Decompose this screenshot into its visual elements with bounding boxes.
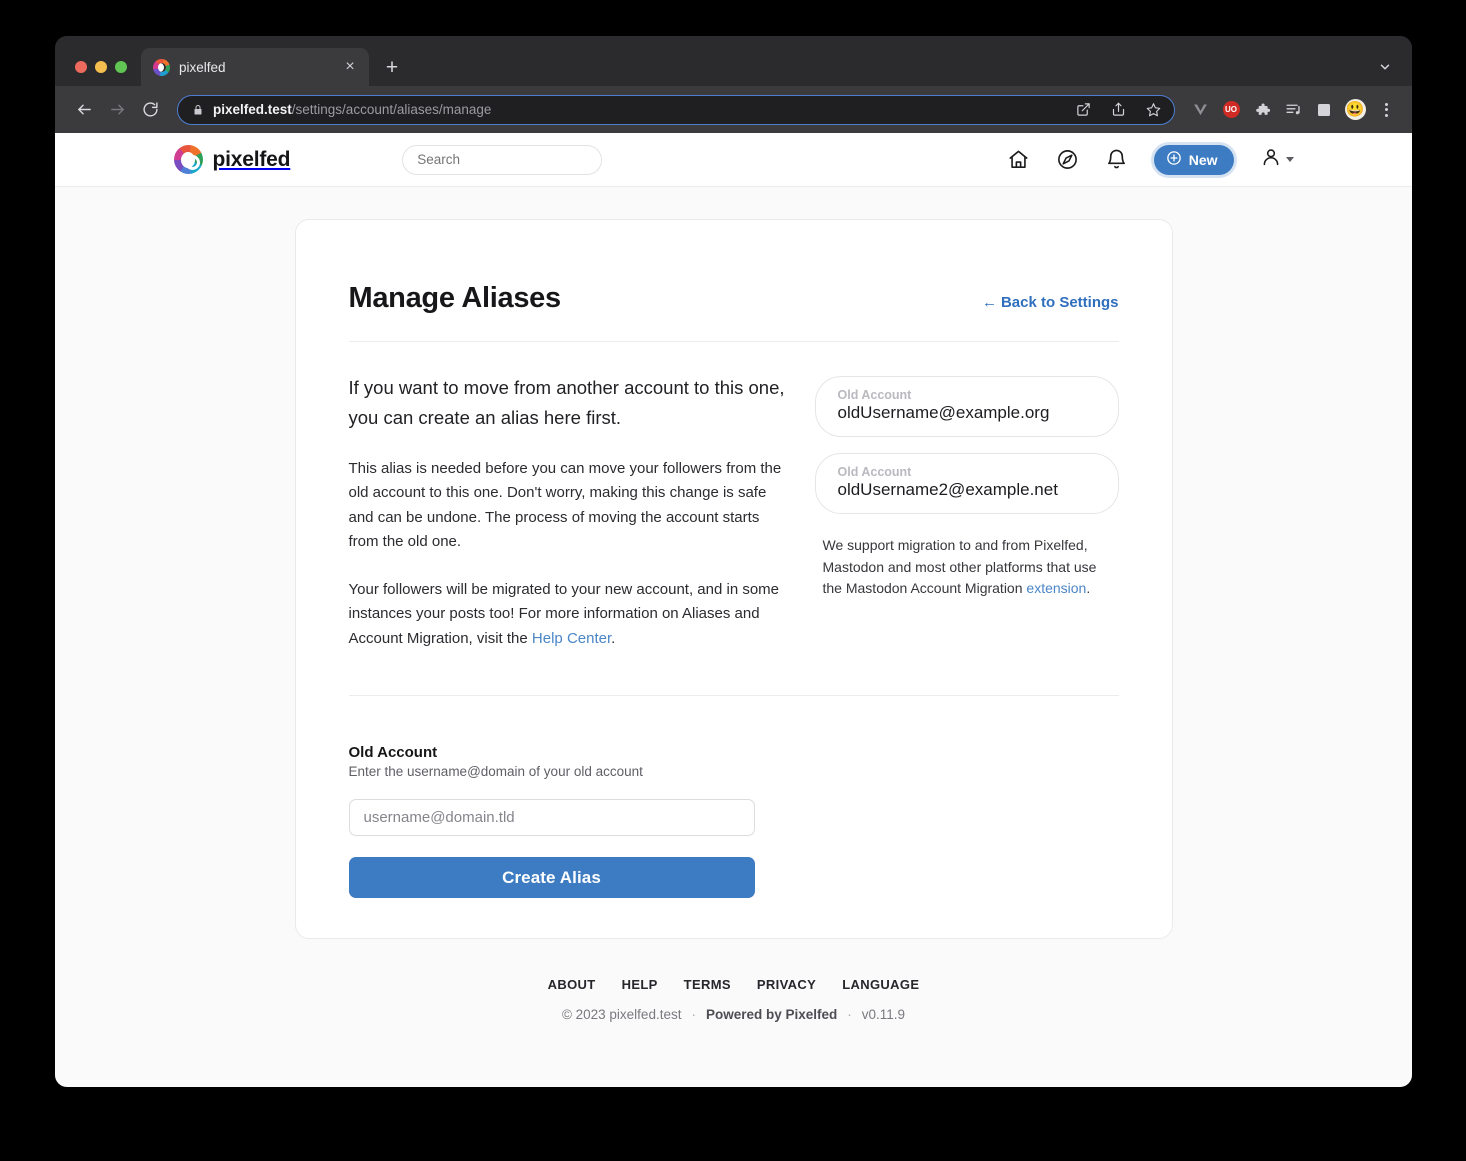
support-note-post: .: [1086, 580, 1090, 596]
browser-window: pixelfed × + pixelfed.test/settings/acco…: [55, 36, 1412, 1087]
page-footer: ABOUT HELP TERMS PRIVACY LANGUAGE © 2023…: [55, 939, 1412, 1022]
vivaldi-v-icon[interactable]: [1186, 95, 1214, 125]
alias-label: Old Account: [838, 388, 1096, 402]
back-to-settings-label: Back to Settings: [1001, 294, 1119, 311]
pixelfed-navbar: pixelfed: [55, 133, 1412, 187]
open-in-new-icon[interactable]: [1070, 97, 1096, 123]
share-icon[interactable]: [1105, 97, 1131, 123]
footer-link-about[interactable]: ABOUT: [548, 977, 596, 992]
profile-avatar[interactable]: 😃: [1341, 95, 1369, 125]
create-alias-form: Old Account Enter the username@domain of…: [349, 696, 1119, 898]
arrow-left-icon: ←: [982, 294, 997, 311]
brand-home-link[interactable]: pixelfed: [174, 145, 291, 174]
manage-aliases-card: Manage Aliases ← Back to Settings If you…: [295, 219, 1173, 939]
navbar-actions: New: [1007, 145, 1294, 175]
avatar: 😃: [1345, 99, 1366, 120]
help-center-link[interactable]: Help Center: [532, 630, 611, 647]
intro-lead: If you want to move from another account…: [349, 373, 785, 433]
panel-toggle-icon[interactable]: [1310, 95, 1338, 125]
minimize-window-button[interactable]: [95, 61, 107, 73]
footer-meta: © 2023 pixelfed.test · Powered by Pixelf…: [55, 1007, 1412, 1022]
compass-icon[interactable]: [1056, 148, 1079, 171]
url-domain: pixelfed.test: [213, 102, 292, 117]
chevron-down-icon[interactable]: [1370, 48, 1400, 86]
migration-support-note: We support migration to and from Pixelfe…: [823, 535, 1119, 600]
pixelfed-logo-icon: [174, 145, 203, 174]
search-input[interactable]: [402, 145, 602, 175]
page-title: Manage Aliases: [349, 282, 561, 315]
old-account-field-help: Enter the username@domain of your old ac…: [349, 764, 1119, 779]
url-path: /settings/account/aliases/manage: [292, 102, 492, 117]
footer-link-language[interactable]: LANGUAGE: [842, 977, 919, 992]
new-post-label: New: [1189, 152, 1218, 168]
ublock-origin-icon[interactable]: UO: [1217, 95, 1245, 125]
tab-strip: pixelfed × +: [55, 36, 1412, 86]
old-account-input[interactable]: [349, 799, 755, 836]
intro-paragraph-2-post: .: [611, 630, 615, 647]
back-to-settings-link[interactable]: ← Back to Settings: [982, 294, 1119, 311]
intro-text-column: If you want to move from another account…: [349, 373, 785, 651]
mastodon-extension-link[interactable]: extension: [1026, 580, 1086, 596]
address-bar[interactable]: pixelfed.test/settings/account/aliases/m…: [177, 95, 1175, 125]
close-window-button[interactable]: [75, 61, 87, 73]
intro-section: If you want to move from another account…: [349, 342, 1119, 696]
footer-powered-by: Powered by Pixelfed: [706, 1007, 837, 1022]
alias-value: oldUsername@example.org: [838, 403, 1096, 423]
alias-item[interactable]: Old Account oldUsername@example.org: [815, 376, 1119, 437]
new-tab-button[interactable]: +: [377, 48, 407, 86]
home-icon[interactable]: [1007, 148, 1030, 171]
lock-icon: [192, 104, 204, 116]
card-header: Manage Aliases ← Back to Settings: [349, 282, 1119, 342]
footer-separator: ·: [847, 1007, 852, 1022]
chevron-down-icon: [1286, 157, 1294, 162]
pixelfed-logo-icon: [153, 59, 170, 76]
intro-paragraph-1: This alias is needed before you can move…: [349, 457, 785, 554]
kebab-menu-icon[interactable]: [1372, 95, 1400, 125]
old-account-field-label: Old Account: [349, 744, 1119, 761]
tab-title: pixelfed: [179, 60, 332, 75]
footer-separator: ·: [691, 1007, 696, 1022]
close-icon[interactable]: ×: [341, 58, 359, 76]
url-text: pixelfed.test/settings/account/aliases/m…: [213, 102, 1061, 117]
back-button[interactable]: [69, 95, 99, 125]
user-menu-button[interactable]: [1260, 146, 1294, 173]
forward-button[interactable]: [102, 95, 132, 125]
window-traffic-lights: [69, 61, 141, 86]
bookmark-star-icon[interactable]: [1140, 97, 1166, 123]
create-alias-button[interactable]: Create Alias: [349, 857, 755, 898]
plus-circle-icon: [1166, 150, 1182, 169]
new-post-button[interactable]: New: [1154, 145, 1234, 175]
puzzle-extensions-icon[interactable]: [1248, 95, 1276, 125]
footer-link-help[interactable]: HELP: [622, 977, 658, 992]
brand-wordmark: pixelfed: [213, 148, 291, 172]
user-avatar-icon: [1260, 146, 1282, 173]
browser-toolbar: pixelfed.test/settings/account/aliases/m…: [55, 86, 1412, 133]
alias-list-column: Old Account oldUsername@example.org Old …: [815, 373, 1119, 651]
maximize-window-button[interactable]: [115, 61, 127, 73]
page-viewport: pixelfed: [55, 133, 1412, 1087]
footer-copyright: © 2023 pixelfed.test: [562, 1007, 682, 1022]
intro-paragraph-2: Your followers will be migrated to your …: [349, 578, 785, 651]
footer-link-privacy[interactable]: PRIVACY: [757, 977, 816, 992]
alias-label: Old Account: [838, 465, 1096, 479]
alias-value: oldUsername2@example.net: [838, 480, 1096, 500]
reload-button[interactable]: [135, 95, 165, 125]
footer-links: ABOUT HELP TERMS PRIVACY LANGUAGE: [55, 977, 1412, 992]
alias-item[interactable]: Old Account oldUsername2@example.net: [815, 453, 1119, 514]
page-scroll-region: Manage Aliases ← Back to Settings If you…: [55, 187, 1412, 1087]
footer-version: v0.11.9: [862, 1007, 905, 1022]
browser-tab[interactable]: pixelfed ×: [141, 48, 369, 86]
playlist-icon[interactable]: [1279, 95, 1307, 125]
footer-link-terms[interactable]: TERMS: [684, 977, 731, 992]
bell-icon[interactable]: [1105, 148, 1128, 171]
